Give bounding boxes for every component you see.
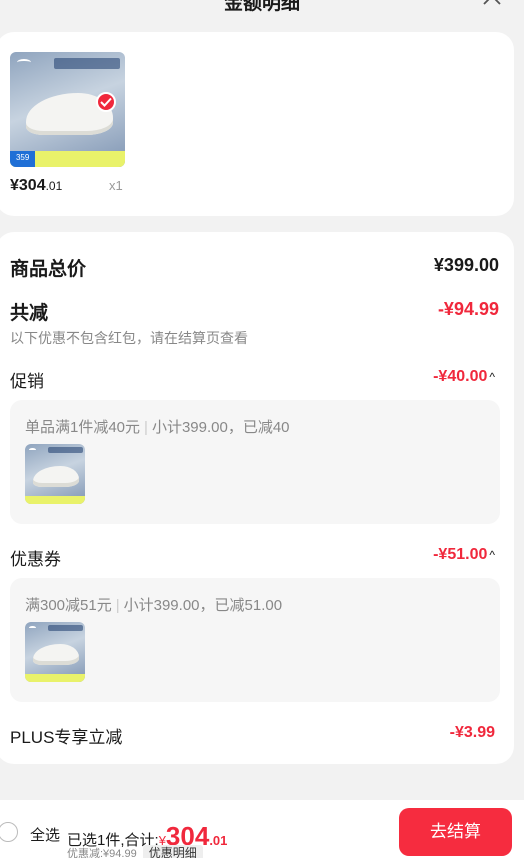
discount-summary: 优惠减:¥94.99 优惠明细 — [67, 845, 203, 858]
product-quantity: x1 — [109, 178, 123, 193]
chevron-up-icon: ^ — [489, 370, 495, 384]
coupon-detail-box: 满300减51元 | 小计399.00，已减51.00 — [10, 578, 500, 702]
amount-detail-card: 商品总价 ¥399.00 共减 -¥94.99 以下优惠不包含红包，请在结算页查… — [0, 232, 514, 764]
sheet-header: 金额明细 — [0, 0, 524, 20]
reduce-note: 以下优惠不包含红包，请在结算页查看 — [10, 330, 248, 346]
thumb-price-tag: 359 — [10, 150, 36, 167]
coupon-rule: 满300减51元 | 小计399.00，已减51.00 — [25, 597, 283, 614]
product-price: ¥304.01 — [10, 177, 63, 194]
promotion-label: 促销 — [10, 372, 44, 391]
coupon-product-image[interactable] — [25, 622, 85, 682]
promotion-toggle[interactable]: -¥40.00 ^ — [433, 368, 495, 386]
total-price-value: ¥399.00 — [433, 255, 499, 275]
promotion-rule: 单品满1件减40元 | 小计399.00，已减40 — [25, 419, 290, 436]
checkout-bar: 全选 已选1件,合计:¥304.01 优惠减:¥94.99 优惠明细 去结算 — [0, 800, 524, 858]
discount-detail-button[interactable]: 优惠明细 — [142, 845, 203, 858]
plus-discount-value: -¥3.99 — [449, 724, 495, 741]
close-icon[interactable] — [480, 0, 504, 14]
promotion-value: -¥40.00 — [433, 368, 488, 385]
total-reduce-value: -¥94.99 — [437, 299, 499, 319]
coupon-label: 优惠券 — [10, 550, 61, 569]
total-price-label: 商品总价 — [10, 259, 87, 280]
plus-discount-label: PLUS专享立减 — [10, 728, 123, 747]
coupon-toggle[interactable]: -¥51.00 ^ — [433, 546, 495, 564]
checkout-button[interactable]: 去结算 — [399, 808, 512, 856]
chevron-up-icon: ^ — [489, 548, 495, 562]
promotion-detail-box: 单品满1件减40元 | 小计399.00，已减40 — [10, 400, 500, 524]
promotion-product-image[interactable] — [25, 444, 85, 504]
sheet-title: 金额明细 — [223, 0, 300, 14]
coupon-value: -¥51.00 — [433, 546, 488, 563]
selected-check-icon[interactable] — [96, 92, 116, 112]
total-reduce-label: 共减 — [10, 303, 49, 324]
product-card: 359 ¥304.01 x1 — [0, 32, 514, 216]
select-all-label[interactable]: 全选 — [30, 824, 60, 845]
select-all-radio[interactable] — [0, 822, 18, 842]
